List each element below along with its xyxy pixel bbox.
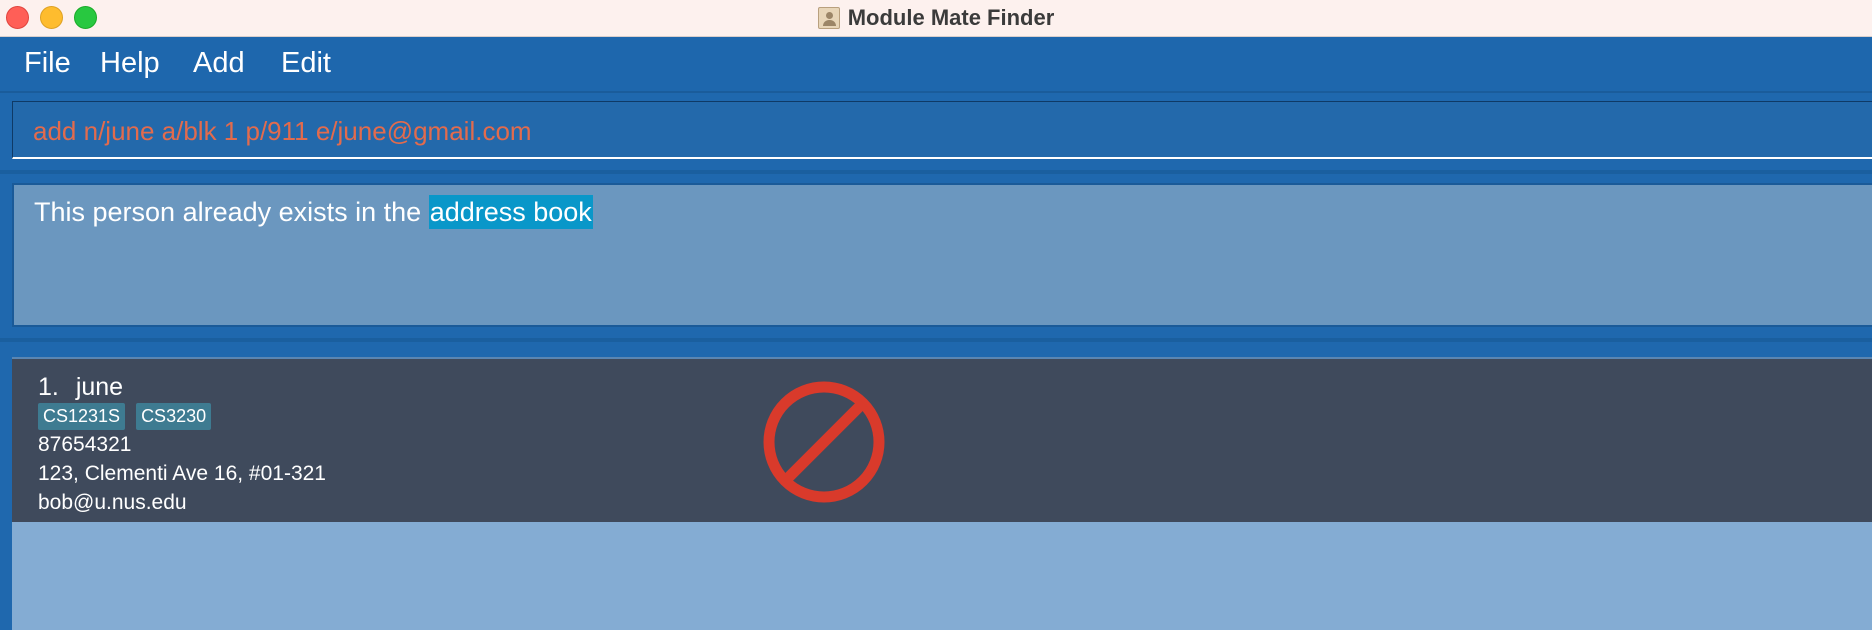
- person-name-row: 1. june: [38, 373, 123, 402]
- tag-badge: CS3230: [136, 403, 212, 430]
- person-phone: 87654321: [38, 433, 132, 456]
- menu-help[interactable]: Help: [100, 47, 160, 80]
- person-name: june: [75, 373, 124, 401]
- menu-file[interactable]: File: [24, 47, 71, 80]
- result-message-text: This person already exists in the: [34, 197, 429, 227]
- person-card[interactable]: 1. june CS1231S CS3230 87654321 123, Cle…: [12, 357, 1872, 524]
- divider: [0, 338, 1872, 342]
- list-empty-area: [12, 522, 1872, 630]
- tag-badge: CS1231S: [38, 403, 126, 430]
- person-tags: CS1231S CS3230: [38, 403, 212, 430]
- menu-edit[interactable]: Edit: [281, 47, 331, 80]
- window-title-bar: Module Mate Finder: [0, 0, 1872, 37]
- result-display[interactable]: This person already exists in the addres…: [12, 183, 1872, 327]
- command-input-text: add n/june a/blk 1 p/911 e/june@gmail.co…: [33, 116, 532, 146]
- divider: [0, 170, 1872, 174]
- result-message: This person already exists in the addres…: [34, 195, 593, 229]
- person-list-panel[interactable]: 1. june CS1231S CS3230 87654321 123, Cle…: [12, 357, 1872, 630]
- command-input[interactable]: add n/june a/blk 1 p/911 e/june@gmail.co…: [12, 101, 1872, 159]
- person-index: 1.: [38, 373, 59, 401]
- menu-add[interactable]: Add: [193, 47, 245, 80]
- person-email: bob@u.nus.edu: [38, 491, 187, 514]
- person-address: 123, Clementi Ave 16, #01-321: [38, 462, 326, 485]
- result-message-selection: address book: [428, 195, 593, 229]
- menu-bar: File Help Add Edit: [0, 37, 1872, 93]
- app-contact-icon: [817, 7, 840, 29]
- no-entry-icon: [763, 381, 885, 503]
- window-title: Module Mate Finder: [847, 5, 1055, 30]
